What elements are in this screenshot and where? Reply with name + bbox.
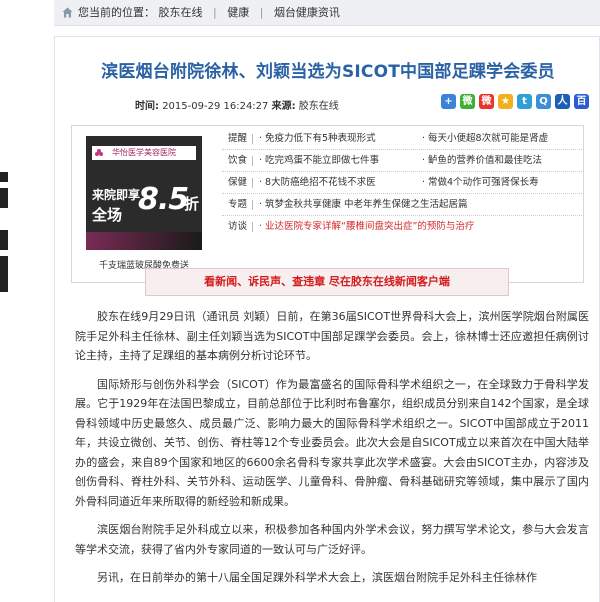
left-side-ad[interactable] [0, 0, 10, 602]
qq-icon[interactable]: Q [536, 94, 551, 109]
breadcrumb-item-health[interactable]: 健康 [227, 6, 249, 19]
paragraph: 胶东在线9月29日讯（通讯员 刘颖）日前，在第36届SICOT世界骨科大会上，滨… [75, 310, 589, 362]
paragraph: 国际矫形与创伤外科学会（SICOT）作为最富盛名的国际骨科学术组织之一，在全球致… [75, 377, 589, 508]
breadcrumb-item-health-news[interactable]: 烟台健康资讯 [274, 6, 340, 19]
quick-link[interactable]: · 吃完鸡蛋不能立即做七件事 [259, 150, 379, 172]
plus-share-icon[interactable]: + [441, 94, 456, 109]
breadcrumb-item-home[interactable]: 胶东在线 [159, 6, 203, 19]
divider [252, 222, 253, 232]
flower-icon [95, 149, 103, 156]
divider [252, 134, 253, 144]
quick-link-row: 提醒 · 免疫力低下有5种表现形式 · 每天小便超8次就可能是肾虚 [222, 128, 582, 150]
quick-link[interactable]: · 常做4个动作可强肾保长寿 [422, 172, 539, 194]
news-app-banner[interactable]: 看新闻、诉民声、查违章 尽在胶东在线新闻客户端 [145, 268, 509, 296]
ad-decor-stripe [86, 232, 202, 250]
quick-link-row: 保健 · 8大防癌绝招不花钱不求医 · 常做4个动作可强肾保长寿 [222, 172, 582, 194]
interview-link[interactable]: · 业达医院专家详解“腰椎间盘突出症”的预防与治疗 [259, 216, 474, 238]
breadcrumb-separator: | [213, 6, 217, 19]
quick-link-row: 饮食 · 吃完鸡蛋不能立即做七件事 · 鲈鱼的营养价值和最佳吃法 [222, 150, 582, 172]
divider [252, 156, 253, 166]
row-category: 访谈 [228, 221, 248, 232]
home-icon [62, 7, 73, 18]
renren-icon[interactable]: 人 [555, 94, 570, 109]
quick-link[interactable]: · 8大防癌绝招不花钱不求医 [259, 172, 376, 194]
row-category: 提醒 [228, 133, 248, 144]
ad-line-1: 来院即享 [92, 188, 141, 202]
paragraph: 滨医烟台附院手足外科成立以来，积极参加各种国内外学术会议，努力撰写学术论文，参与… [75, 523, 589, 556]
ad-discount-unit: 折 [184, 195, 200, 213]
quick-link[interactable]: · 每天小便超8次就可能是肾虚 [422, 128, 548, 150]
paragraph: 另讯，在日前举办的第十八届全国足踝外科学术大会上，滨医烟台附院手足外科主任徐林作 [97, 571, 537, 584]
article-source: 胶东在线 [298, 101, 339, 112]
ad-hospital-logo: 华怡医学美容医院 [92, 146, 196, 160]
ad-glyph [0, 182, 8, 188]
quick-link[interactable]: · 筑梦金秋共享健康 中老年养生保健之生活起居篇 [259, 194, 468, 216]
row-category: 饮食 [228, 155, 248, 166]
ad-line-2: 全场 [92, 206, 123, 224]
quick-link[interactable]: · 免疫力低下有5种表现形式 [259, 128, 376, 150]
quick-links: 提醒 · 免疫力低下有5种表现形式 · 每天小便超8次就可能是肾虚 饮食 · 吃… [222, 128, 582, 238]
quick-link[interactable]: · 鲈鱼的营养价值和最佳吃法 [422, 150, 542, 172]
publish-time: 2015-09-29 16:24:27 [162, 101, 269, 112]
breadcrumb: 您当前的位置： 胶东在线 | 健康 | 烟台健康资讯 [54, 0, 600, 26]
time-label: 时间: [135, 101, 159, 112]
qzone-icon[interactable]: ★ [498, 94, 513, 109]
breadcrumb-separator: | [259, 6, 264, 19]
article-container: 滨医烟台附院徐林、刘颖当选为SICOT中国部足踝学会委员 时间: 2015-09… [54, 36, 600, 602]
row-category: 保健 [228, 177, 248, 188]
source-label: 来源: [271, 101, 296, 112]
promo-box: 华怡医学美容医院 来院即享 全场 8.5 折 千支瑞蓝玻尿酸免费送 提醒 · 免… [71, 125, 584, 283]
ad-glyph [0, 250, 8, 256]
row-category: 专题 [228, 199, 248, 210]
breadcrumb-prefix: 您当前的位置： [78, 6, 155, 19]
weibo-icon[interactable]: 微 [479, 94, 494, 109]
divider [252, 178, 253, 188]
page: 您当前的位置： 胶东在线 | 健康 | 烟台健康资讯 滨医烟台附院徐林、刘颖当选… [54, 0, 600, 602]
article-meta: 时间: 2015-09-29 16:24:27 来源: 胶东在线 [135, 97, 339, 112]
side-ad-banner[interactable] [0, 172, 8, 292]
ad-glyph [0, 208, 8, 230]
baidu-icon[interactable]: 百 [574, 94, 589, 109]
article-body: 胶东在线9月29日讯（通讯员 刘颖）日前，在第36届SICOT世界骨科大会上，滨… [75, 307, 589, 597]
quick-link-row: 访谈 · 业达医院专家详解“腰椎间盘突出症”的预防与治疗 [222, 216, 582, 238]
ad-discount-number: 8.5 [138, 182, 189, 217]
wechat-icon[interactable]: 微 [460, 94, 475, 109]
quick-link-row: 专题 · 筑梦金秋共享健康 中老年养生保健之生活起居篇 [222, 194, 582, 216]
promo-ad-image[interactable]: 华怡医学美容医院 来院即享 全场 8.5 折 [86, 136, 202, 250]
article-title: 滨医烟台附院徐林、刘颖当选为SICOT中国部足踝学会委员 [101, 62, 555, 82]
divider [252, 200, 253, 210]
tencent-weibo-icon[interactable]: t [517, 94, 532, 109]
